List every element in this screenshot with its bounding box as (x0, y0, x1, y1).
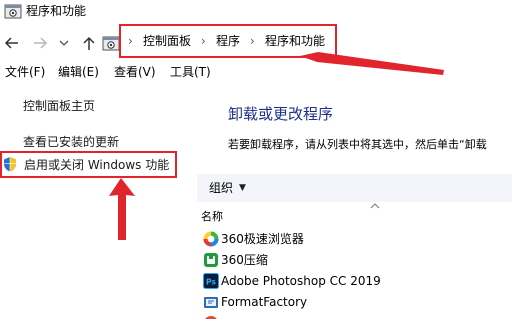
svg-text:Ps: Ps (206, 278, 216, 287)
shield-icon (3, 156, 17, 172)
program-name: Adobe Photoshop CC 2019 (221, 274, 381, 288)
breadcrumb-separator: › (201, 34, 206, 48)
windows-features-link[interactable]: 启用或关闭 Windows 功能 (24, 157, 169, 173)
program-name: FormatFactory (221, 295, 308, 309)
up-arrow-icon[interactable] (80, 34, 98, 52)
breadcrumb-programs-features[interactable]: 程序和功能 (265, 33, 325, 49)
photoshop-icon: Ps (203, 273, 219, 289)
list-item[interactable]: 360压缩 (200, 250, 512, 271)
program-icon (203, 315, 219, 319)
page-heading: 卸载或更改程序 (228, 105, 334, 123)
organize-button[interactable]: 组织 (209, 180, 233, 196)
breadcrumb-programs[interactable]: 程序 (216, 33, 240, 49)
recent-locations-chevron-icon[interactable] (58, 34, 70, 52)
control-panel-icon (4, 2, 22, 20)
address-control-panel-icon (102, 34, 120, 52)
windows-features-arrow (109, 178, 135, 240)
back-arrow-icon[interactable] (2, 34, 22, 52)
menu-view[interactable]: 查看(V) (114, 64, 156, 80)
caret-down-icon[interactable]: ▼ (239, 181, 246, 195)
menu-tools[interactable]: 工具(T) (170, 64, 211, 80)
program-name: 360压缩 (221, 253, 268, 267)
menu-edit[interactable]: 编辑(E) (58, 64, 99, 80)
instructions-text: 若要卸载程序，请从列表中将其选中，然后单击“卸载 (228, 138, 487, 151)
control-panel-home-link[interactable]: 控制面板主页 (23, 98, 95, 114)
list-item[interactable]: 360极速浏览器 (200, 229, 512, 250)
format-factory-icon (203, 294, 219, 310)
list-item[interactable] (200, 313, 512, 319)
view-installed-updates-link[interactable]: 查看已安装的更新 (23, 134, 119, 150)
list-item[interactable]: FormatFactory (200, 292, 512, 313)
sort-up-icon (370, 202, 380, 212)
breadcrumb-separator: › (250, 34, 255, 48)
360-browser-icon (203, 231, 219, 247)
window-title: 程序和功能 (26, 4, 87, 18)
breadcrumb-control-panel[interactable]: 控制面板 (143, 33, 191, 49)
360-zip-icon (203, 252, 219, 268)
breadcrumb-separator: › (128, 34, 133, 48)
menu-file[interactable]: 文件(F) (5, 64, 45, 80)
forward-arrow-icon[interactable] (30, 34, 50, 52)
column-header-name[interactable]: 名称 (201, 209, 223, 224)
program-name: 360极速浏览器 (221, 232, 304, 246)
list-item[interactable]: Ps Adobe Photoshop CC 2019 (200, 271, 512, 292)
